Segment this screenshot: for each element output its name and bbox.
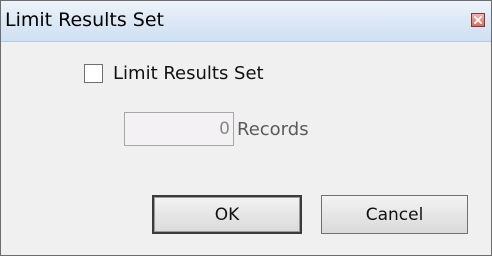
records-count-input[interactable] [124,112,234,146]
close-button[interactable] [471,13,485,27]
records-row: Records [124,112,309,146]
limit-results-checkbox[interactable] [84,64,103,83]
close-icon [474,16,482,24]
records-label: Records [237,118,309,140]
dialog-title: Limit Results Set [5,9,164,31]
ok-button[interactable]: OK [152,195,302,234]
limit-results-dialog: Limit Results Set Limit Results Set Reco… [0,0,492,256]
limit-results-checkbox-label[interactable]: Limit Results Set [113,63,264,84]
title-bar: Limit Results Set [1,1,491,42]
cancel-button[interactable]: Cancel [321,195,468,234]
limit-results-option: Limit Results Set [84,63,264,84]
